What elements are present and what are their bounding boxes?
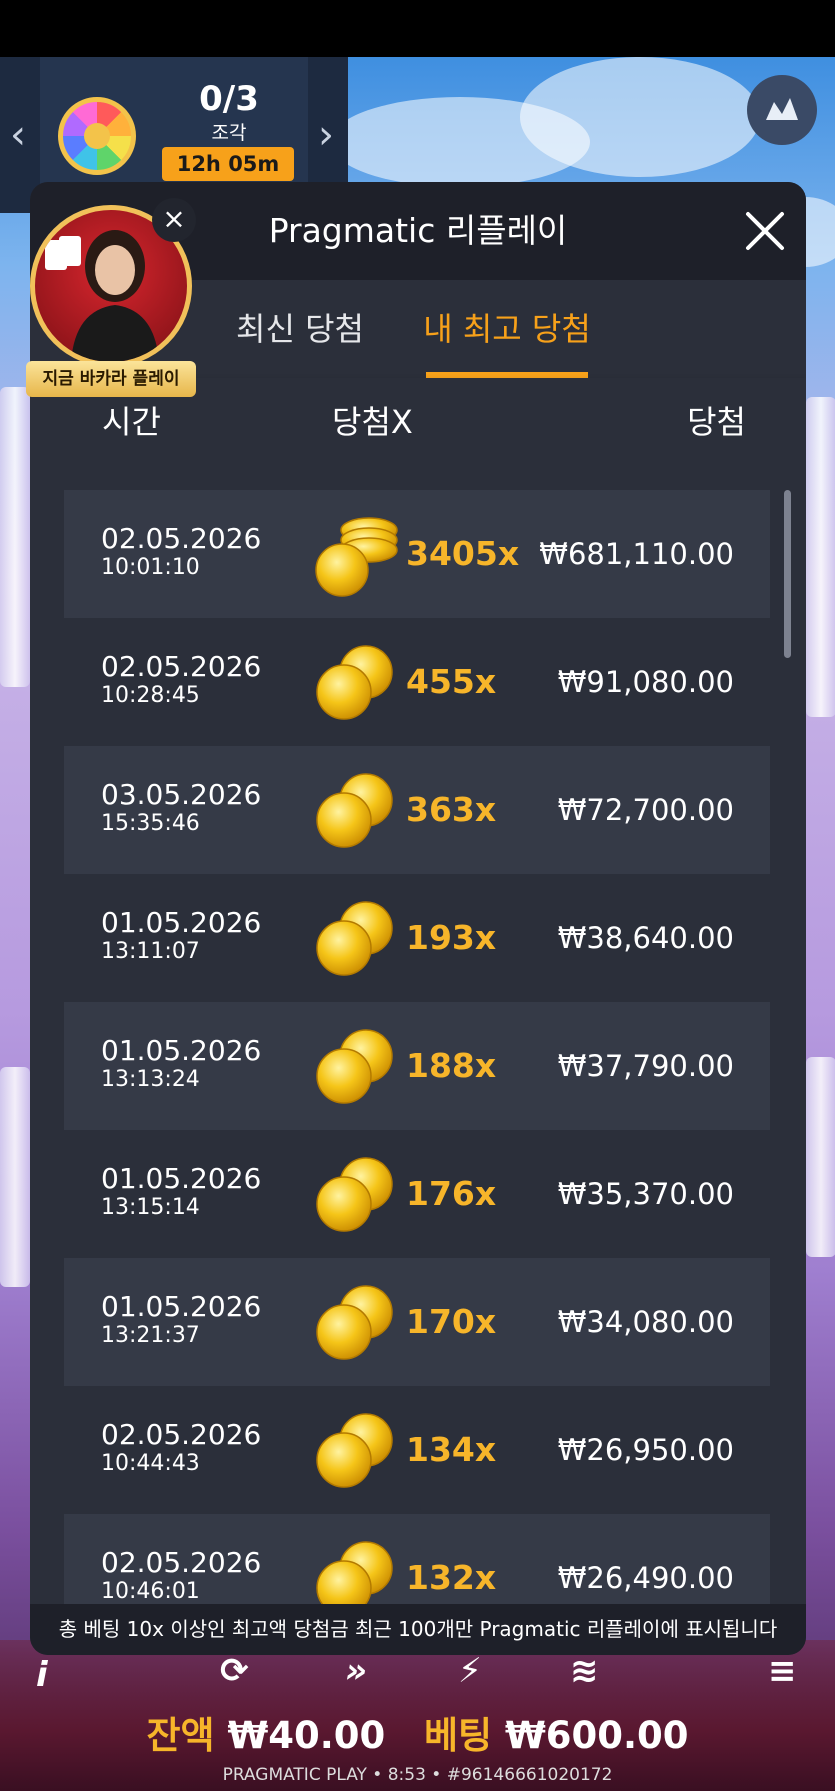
- balance-bet-line: 잔액 ₩40.00 베팅 ₩600.00: [0, 1708, 835, 1764]
- row-date: 01.05.2026: [101, 906, 262, 939]
- coins-icon: [314, 1152, 404, 1238]
- bet-coins-icon[interactable]: ≋: [570, 1651, 599, 1691]
- balance-label: 잔액: [146, 1714, 215, 1757]
- row-multiplier: 193x: [406, 918, 497, 957]
- table-row[interactable]: 02.05.2026 10:46:01 132x ₩26,490.00: [64, 1514, 770, 1604]
- row-win-amount: ₩34,080.00: [557, 1305, 734, 1339]
- list-scrollbar[interactable]: [784, 490, 791, 658]
- row-time: 13:13:24: [101, 1067, 200, 1092]
- row-time: 13:21:37: [101, 1323, 200, 1348]
- coins-icon: [314, 1536, 404, 1604]
- row-multiplier: 363x: [406, 790, 497, 829]
- play-baccarat-button[interactable]: 지금 바카라 플레이: [26, 361, 196, 397]
- pieces-label: 조각: [211, 122, 247, 144]
- footer-note: 총 베팅 10x 이상인 최고액 당첨금 최근 100개만 Pragmatic …: [30, 1604, 806, 1655]
- row-date: 01.05.2026: [101, 1162, 262, 1195]
- balance-value: ₩40.00: [227, 1714, 386, 1757]
- row-date: 02.05.2026: [101, 1546, 262, 1579]
- row-date: 01.05.2026: [101, 1034, 262, 1067]
- close-icon[interactable]: [742, 208, 788, 254]
- coins-icon: [314, 768, 404, 854]
- row-multiplier: 3405x: [406, 534, 520, 573]
- menu-icon[interactable]: ≡: [768, 1651, 797, 1691]
- prize-wheel-center: [84, 123, 110, 149]
- row-time: 13:15:14: [101, 1195, 200, 1220]
- table-row[interactable]: 01.05.2026 13:21:37 170x ₩34,080.00: [64, 1258, 770, 1386]
- row-date: 02.05.2026: [101, 522, 262, 555]
- bet-label: 베팅: [423, 1714, 493, 1757]
- table-row[interactable]: 01.05.2026 13:15:14 176x ₩35,370.00: [64, 1130, 770, 1258]
- row-win-amount: ₩26,490.00: [557, 1561, 734, 1595]
- row-multiplier: 188x: [406, 1046, 497, 1085]
- row-time: 15:35:46: [101, 811, 200, 836]
- coins-icon: [314, 1280, 404, 1366]
- bonus-timer: 12h 05m: [162, 147, 294, 181]
- row-multiplier: 176x: [406, 1174, 497, 1213]
- hold-icon[interactable]: ⚡: [458, 1651, 482, 1691]
- row-multiplier: 170x: [406, 1302, 497, 1341]
- table-row[interactable]: 02.05.2026 10:01:10 3405x ₩681,110.00: [64, 490, 770, 618]
- row-date: 01.05.2026: [101, 1290, 262, 1323]
- row-win-amount: ₩681,110.00: [539, 537, 734, 571]
- next-arrow-icon[interactable]: ›: [318, 105, 334, 165]
- row-win-amount: ₩72,700.00: [557, 793, 734, 827]
- coins-icon: [314, 640, 404, 726]
- column-header-win: 당첨: [687, 403, 746, 441]
- table-row[interactable]: 01.05.2026 13:11:07 193x ₩38,640.00: [64, 874, 770, 1002]
- pragmatic-logo-icon: [766, 98, 798, 120]
- row-win-amount: ₩91,080.00: [557, 665, 734, 699]
- table-row[interactable]: 01.05.2026 13:13:24 188x ₩37,790.00: [64, 1002, 770, 1130]
- game-controls: i ⟳ » ⚡ ≋ ≡: [0, 1651, 835, 1705]
- row-win-amount: ₩35,370.00: [557, 1177, 734, 1211]
- row-time: 10:46:01: [101, 1579, 200, 1604]
- coins-icon: [314, 896, 404, 982]
- tab-latest-wins[interactable]: 최신 당첨: [205, 280, 395, 378]
- game-screen: ‹ › 0/3 조각 12h 05m Pragmatic 리플레이 최신 당첨 …: [0, 0, 835, 1791]
- table-row[interactable]: 02.05.2026 10:44:43 134x ₩26,950.00: [64, 1386, 770, 1514]
- row-date: 02.05.2026: [101, 650, 262, 683]
- wins-list[interactable]: 02.05.2026 10:01:10 3405x ₩681,110.00 02.05.…: [30, 466, 806, 1604]
- info-icon[interactable]: i: [36, 1655, 48, 1695]
- coins-icon: [314, 1408, 404, 1494]
- pieces-progress: 0/3: [199, 79, 259, 119]
- row-multiplier: 134x: [406, 1430, 497, 1469]
- pragmatic-logo-button[interactable]: [747, 75, 817, 145]
- coins-icon: [314, 1024, 404, 1110]
- row-multiplier: 132x: [406, 1558, 497, 1597]
- coin-stack-icon: [314, 512, 404, 598]
- autoplay-icon[interactable]: ⟳: [220, 1651, 249, 1691]
- table-row[interactable]: 03.05.2026 15:35:46 363x ₩72,700.00: [64, 746, 770, 874]
- row-time: 10:01:10: [101, 555, 200, 580]
- turbo-icon[interactable]: »: [345, 1651, 367, 1691]
- row-win-amount: ₩26,950.00: [557, 1433, 734, 1467]
- previous-arrow-icon[interactable]: ‹: [10, 105, 26, 165]
- row-time: 10:44:43: [101, 1451, 200, 1476]
- bet-value[interactable]: ₩600.00: [505, 1714, 689, 1757]
- row-multiplier: 455x: [406, 662, 497, 701]
- tab-my-best-wins[interactable]: 내 최고 당첨: [416, 280, 598, 378]
- replay-modal: Pragmatic 리플레이 최신 당첨 내 최고 당첨 시간 당첨X 당첨 0…: [30, 182, 806, 1655]
- promo-close-button[interactable]: ×: [152, 198, 196, 242]
- row-date: 03.05.2026: [101, 778, 262, 811]
- column-header-multiplier: 당첨X: [332, 403, 413, 441]
- row-time: 13:11:07: [101, 939, 200, 964]
- table-row[interactable]: 02.05.2026 10:28:45 455x ₩91,080.00: [64, 618, 770, 746]
- row-time: 10:28:45: [101, 683, 200, 708]
- row-win-amount: ₩37,790.00: [557, 1049, 734, 1083]
- provider-info: PRAGMATIC PLAY • 8:53 • #96146661020172: [222, 1765, 613, 1785]
- row-date: 02.05.2026: [101, 1418, 262, 1451]
- row-win-amount: ₩38,640.00: [557, 921, 734, 955]
